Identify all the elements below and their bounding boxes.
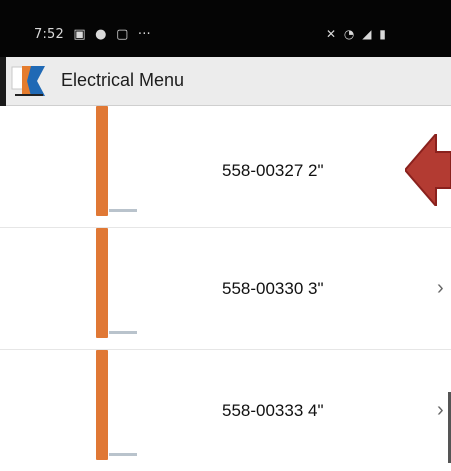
wifi-icon: ◔ <box>343 27 357 41</box>
status-bar: 7:52 ▣ ● ▢ ··· ✕ ◔ ◢ ▮ <box>0 0 451 57</box>
pipe-thumbnail <box>96 106 138 218</box>
chevron-right-icon: › <box>437 277 444 299</box>
annotation-arrow-icon <box>405 134 451 206</box>
status-right: ✕ ◔ ◢ ▮ <box>326 27 388 41</box>
item-label-558-00327: 558-00327 2" <box>222 161 324 180</box>
screenshot-icon: ▢ <box>116 27 129 42</box>
list-item[interactable]: 558-00330 3" › <box>0 227 451 349</box>
gallery-icon: ▣ <box>73 27 86 42</box>
time-label: 7:52 <box>34 27 64 42</box>
signal-icon: ◢ <box>362 27 374 41</box>
thumbnail-caption <box>109 331 137 334</box>
pipe-thumbnail <box>96 228 138 340</box>
phone-screen: 7:52 ▣ ● ▢ ··· ✕ ◔ ◢ ▮ Electrical Menu 5… <box>0 0 451 471</box>
app-logo <box>10 63 50 99</box>
thumbnail-caption <box>109 209 137 212</box>
thumbnail-caption <box>109 453 137 456</box>
pipe-thumbnail <box>96 350 138 462</box>
orange-pipe-image <box>96 350 108 460</box>
item-label-558-00330: 558-00330 3" <box>222 279 324 298</box>
orange-pipe-image <box>96 228 108 338</box>
list-item[interactable]: 558-00333 4" › <box>0 349 451 471</box>
status-left: 7:52 ▣ ● ▢ ··· <box>34 27 156 42</box>
overflow-dots: ··· <box>137 27 151 42</box>
electrical-list: 558-00327 2" 558-00330 3" › 558-00333 4"… <box>0 106 451 471</box>
list-item[interactable]: 558-00327 2" <box>0 106 451 227</box>
item-label-558-00333: 558-00333 4" <box>222 401 324 420</box>
chevron-right-icon: › <box>437 399 444 421</box>
page-title: Electrical Menu <box>61 70 185 90</box>
battery-icon: ▮ <box>379 27 388 41</box>
orange-pipe-image <box>96 106 108 216</box>
mute-icon: ✕ <box>326 27 339 41</box>
security-icon: ● <box>95 27 107 42</box>
